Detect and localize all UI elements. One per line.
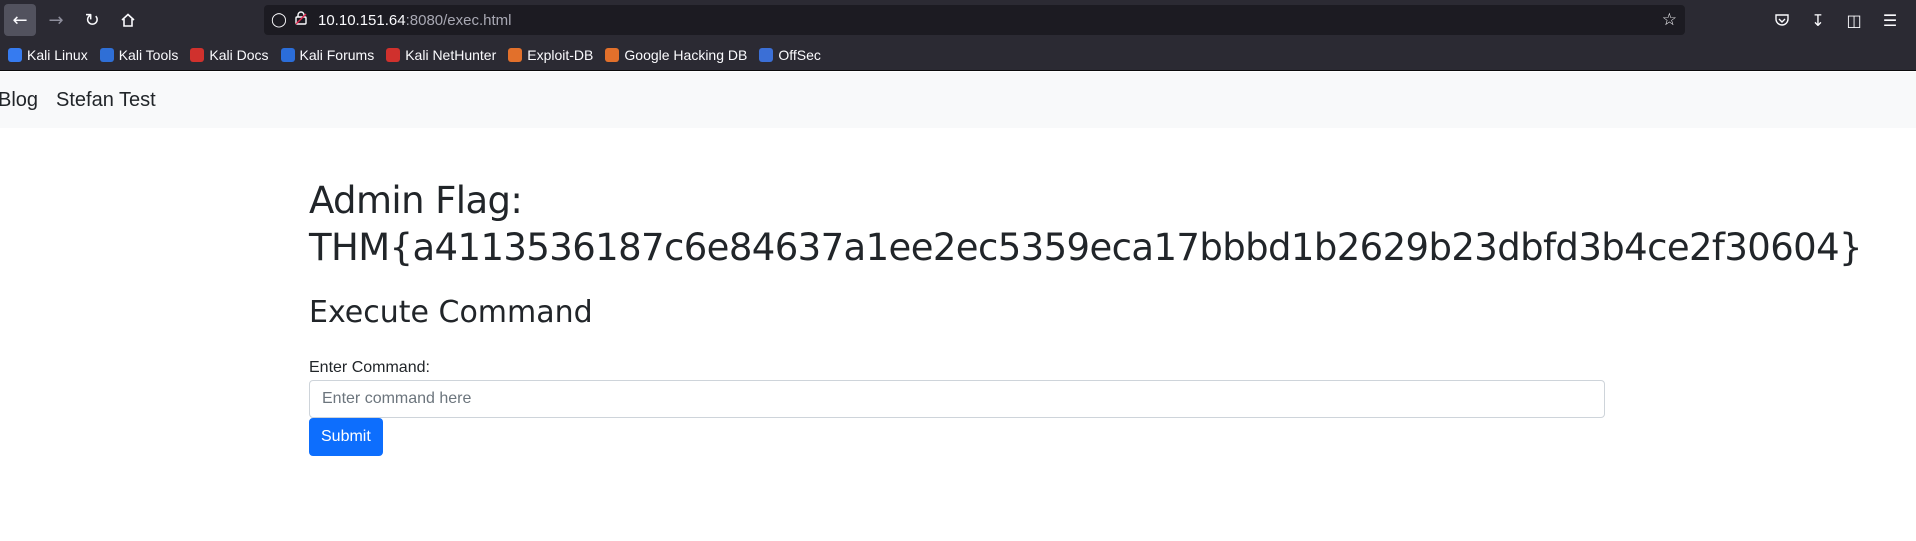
shield-icon[interactable]: ◯ [268,12,290,28]
arrow-right-icon: → [48,9,64,31]
navbar-brand-link[interactable]: Blog [0,89,38,112]
bookmark-item[interactable]: Kali NetHunter [386,47,496,63]
bookmark-favicon-icon [8,48,22,62]
bookmark-favicon-icon [759,48,774,62]
forward-button[interactable]: → [40,4,72,36]
back-button[interactable]: ← [4,4,36,36]
bookmark-label: Kali Docs [209,47,269,63]
site-navbar: Blog Stefan Test [0,72,1916,128]
bookmark-item[interactable]: Kali Forums [280,47,375,63]
bookmark-label: Kali Linux [27,47,88,63]
bookmark-favicon-icon [386,48,401,62]
command-label: Enter Command: [309,359,430,376]
download-icon: ↧ [1811,10,1825,30]
arrow-left-icon: ← [12,9,28,31]
admin-flag-heading: Admin Flag: THM{a4113536187c6e84637a1ee2… [309,177,1863,271]
home-icon [121,13,135,27]
bookmark-label: OffSec [778,47,821,63]
home-button[interactable] [112,4,144,36]
url-path: :8080/exec.html [405,11,512,29]
bookmark-favicon-icon [190,48,205,62]
bookmark-item[interactable]: Kali Tools [99,47,179,63]
browser-toolbar: ← → ↻ ◯ 10.10.151.64:8080/exec.html ☆ ↧ … [0,0,1916,40]
pocket-icon [1775,14,1789,26]
puzzle-icon: ◫ [1846,10,1862,30]
bookmark-favicon-icon [605,48,620,62]
submit-button[interactable]: Submit [309,418,383,456]
reload-button[interactable]: ↻ [76,4,108,36]
flag-value: THM{a4113536187c6e84637a1ee2ec5359eca17b… [309,226,1863,269]
bookmarks-toolbar: Kali Linux Kali Tools Kali Docs Kali Forums… [0,40,1916,71]
bookmark-label: Kali Tools [118,47,179,63]
bookmark-item[interactable]: Google Hacking DB [605,47,747,63]
downloads-button[interactable]: ↧ [1802,4,1834,36]
flag-title: Admin Flag: [309,179,523,222]
bookmark-item[interactable]: OffSec [759,47,821,63]
menu-button[interactable]: ☰ [1874,4,1906,36]
bookmark-item[interactable]: Kali Docs [190,47,269,63]
url-host: 10.10.151.64 [318,11,406,29]
bookmark-label: Exploit-DB [527,47,594,63]
lock-icon[interactable] [290,11,312,29]
bookmark-favicon-icon [508,48,523,62]
url-text[interactable]: 10.10.151.64:8080/exec.html [318,12,512,29]
main-content: Admin Flag: THM{a4113536187c6e84637a1ee2… [309,172,1863,456]
hamburger-menu-icon: ☰ [1882,10,1898,30]
address-bar[interactable]: ◯ 10.10.151.64:8080/exec.html ☆ [264,5,1685,35]
reload-icon: ↻ [84,9,100,31]
extensions-button[interactable]: ◫ [1838,4,1870,36]
bookmark-label: Google Hacking DB [624,47,748,63]
bookmark-item[interactable]: Exploit-DB [508,47,593,63]
navbar-link-stefan-test[interactable]: Stefan Test [56,89,156,112]
bookmark-item[interactable]: Kali Linux [8,47,88,63]
bookmark-star-icon[interactable]: ☆ [1662,10,1677,30]
pocket-button[interactable] [1766,4,1798,36]
bookmark-favicon-icon [280,48,295,62]
command-input[interactable] [309,380,1605,418]
execute-command-heading: Execute Command [309,295,593,330]
bookmark-label: Kali Forums [299,47,375,63]
bookmark-favicon-icon [99,48,114,62]
bookmark-label: Kali NetHunter [405,47,497,63]
